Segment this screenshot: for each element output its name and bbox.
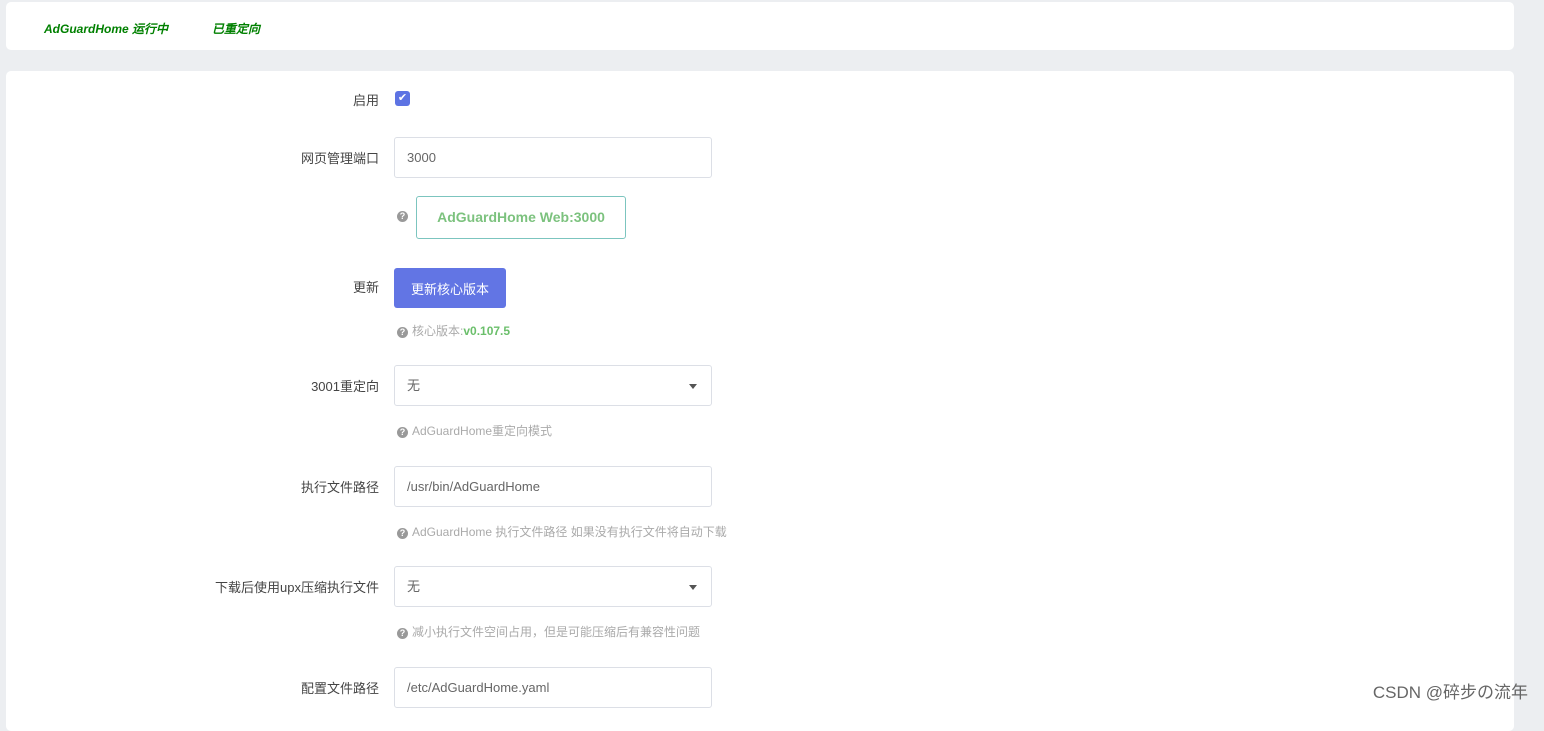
config-path-label: 配置文件路径 (301, 678, 379, 697)
config-path-input[interactable]: /etc/AdGuardHome.yaml (394, 667, 712, 708)
help-icon: ? (397, 528, 408, 539)
upx-select[interactable]: 无 (394, 566, 712, 607)
enable-checkbox[interactable]: ✔ (395, 91, 410, 106)
upx-help: 减小执行文件空间占用，但是可能压缩后有兼容性问题 (412, 625, 700, 639)
upx-label: 下载后使用upx压缩执行文件 (215, 577, 379, 596)
port-label: 网页管理端口 (301, 148, 379, 167)
help-icon: ? (397, 628, 408, 639)
bin-path-label: 执行文件路径 (301, 477, 379, 496)
version-help: ?核心版本:v0.107.5 (397, 322, 510, 339)
status-bar: AdGuardHome 运行中 已重定向 (6, 2, 1514, 50)
update-core-button[interactable]: 更新核心版本 (394, 268, 506, 308)
help-icon: ? (397, 427, 408, 438)
settings-form: 启用 ✔ 网页管理端口 3000 ? AdGuardHome Web:3000 … (6, 71, 1514, 731)
help-icon: ? (397, 327, 408, 338)
enable-label: 启用 (353, 90, 379, 109)
update-label: 更新 (353, 277, 379, 296)
help-icon: ? (397, 211, 408, 222)
port-input[interactable]: 3000 (394, 137, 712, 178)
watermark: CSDN @碎步の流年 (1373, 678, 1528, 703)
bin-path-input[interactable]: /usr/bin/AdGuardHome (394, 466, 712, 507)
running-status: AdGuardHome 运行中 (44, 20, 168, 37)
core-version: v0.107.5 (463, 324, 510, 338)
adguard-web-button[interactable]: AdGuardHome Web:3000 (416, 196, 626, 239)
redirect-help: AdGuardHome重定向模式 (412, 424, 552, 438)
bin-path-help: AdGuardHome 执行文件路径 如果没有执行文件将自动下载 (412, 525, 727, 539)
redirect-select[interactable]: 无 (394, 365, 712, 406)
redirect-status: 已重定向 (212, 20, 260, 37)
redirect-label: 3001重定向 (311, 376, 379, 395)
